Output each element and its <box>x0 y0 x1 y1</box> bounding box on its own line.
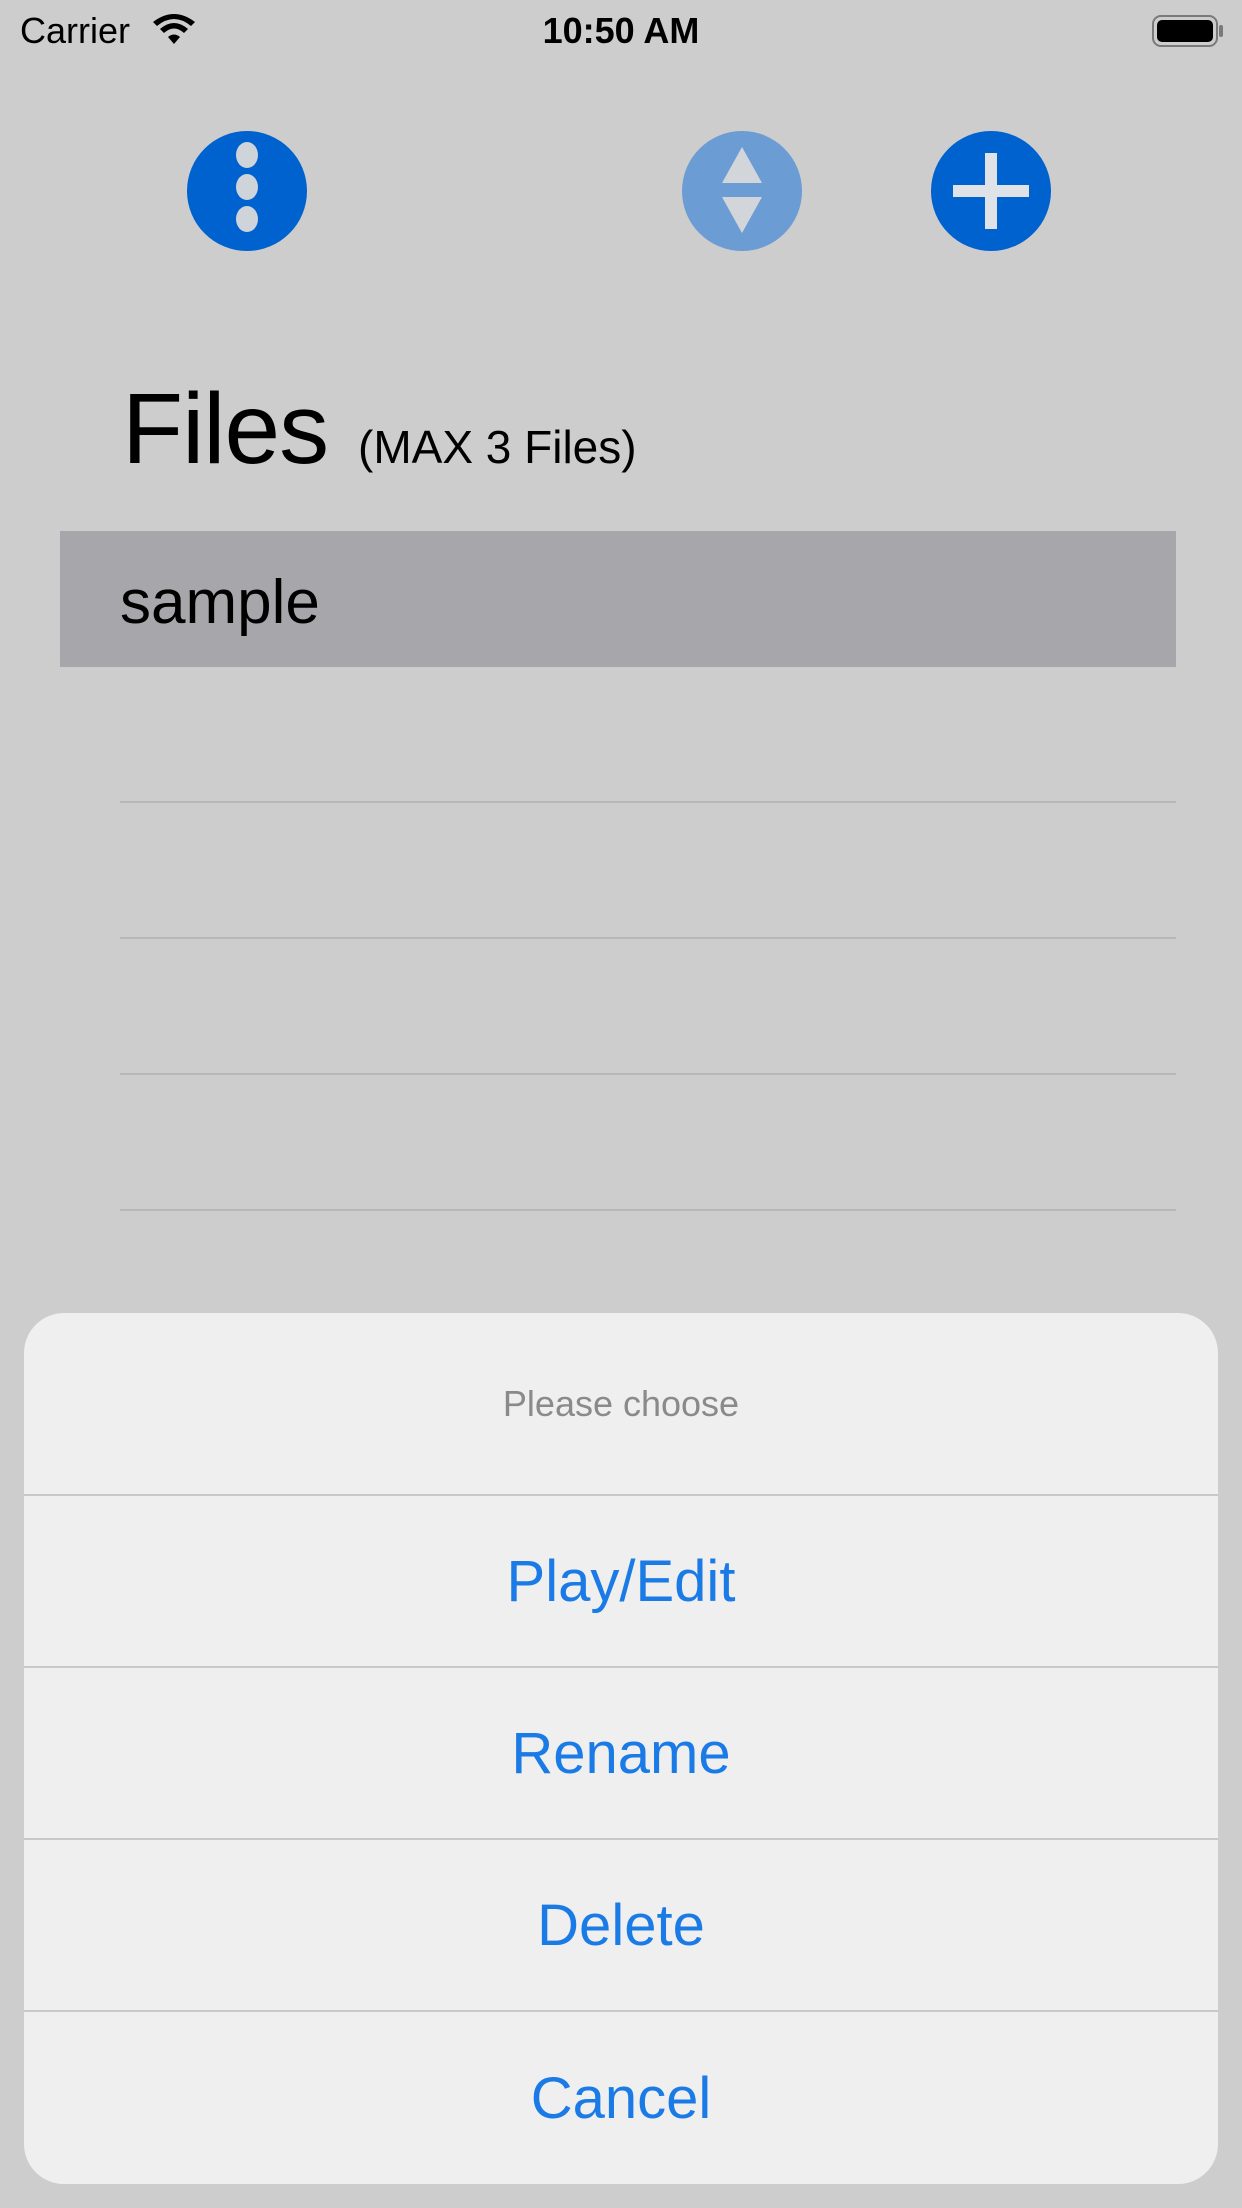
page-title: Files <box>122 373 329 485</box>
play-edit-button[interactable]: Play/Edit <box>24 1496 1218 1668</box>
more-vertical-icon <box>236 142 258 232</box>
plus-icon <box>953 153 1029 229</box>
battery-icon <box>1152 15 1223 47</box>
file-row[interactable] <box>60 667 1176 803</box>
row-divider <box>120 1209 1176 1211</box>
sort-button[interactable] <box>682 131 802 251</box>
cancel-button[interactable]: Cancel <box>24 2012 1218 2184</box>
page-header: Files <box>122 372 329 487</box>
file-list: sample <box>60 531 1176 1211</box>
action-sheet: Please choose Play/Edit Rename Delete Ca… <box>24 1313 1218 2184</box>
delete-button[interactable]: Delete <box>24 1840 1218 2012</box>
page-subtitle: (MAX 3 Files) <box>358 421 637 473</box>
more-button[interactable] <box>187 131 307 251</box>
status-time: 10:50 AM <box>542 10 700 51</box>
file-row[interactable]: sample <box>60 531 1176 667</box>
rename-button[interactable]: Rename <box>24 1668 1218 1840</box>
sort-icon <box>722 147 762 233</box>
file-row-label: sample <box>120 568 320 637</box>
add-file-button[interactable] <box>931 131 1051 251</box>
status-bar: Carrier 10:50 AM <box>0 0 1242 62</box>
file-row[interactable] <box>60 1075 1176 1211</box>
screen: Carrier 10:50 AM Files (MAX 3 Files) sam… <box>0 0 1242 2208</box>
file-row[interactable] <box>60 939 1176 1075</box>
action-sheet-title: Please choose <box>24 1313 1218 1496</box>
file-row[interactable] <box>60 803 1176 939</box>
